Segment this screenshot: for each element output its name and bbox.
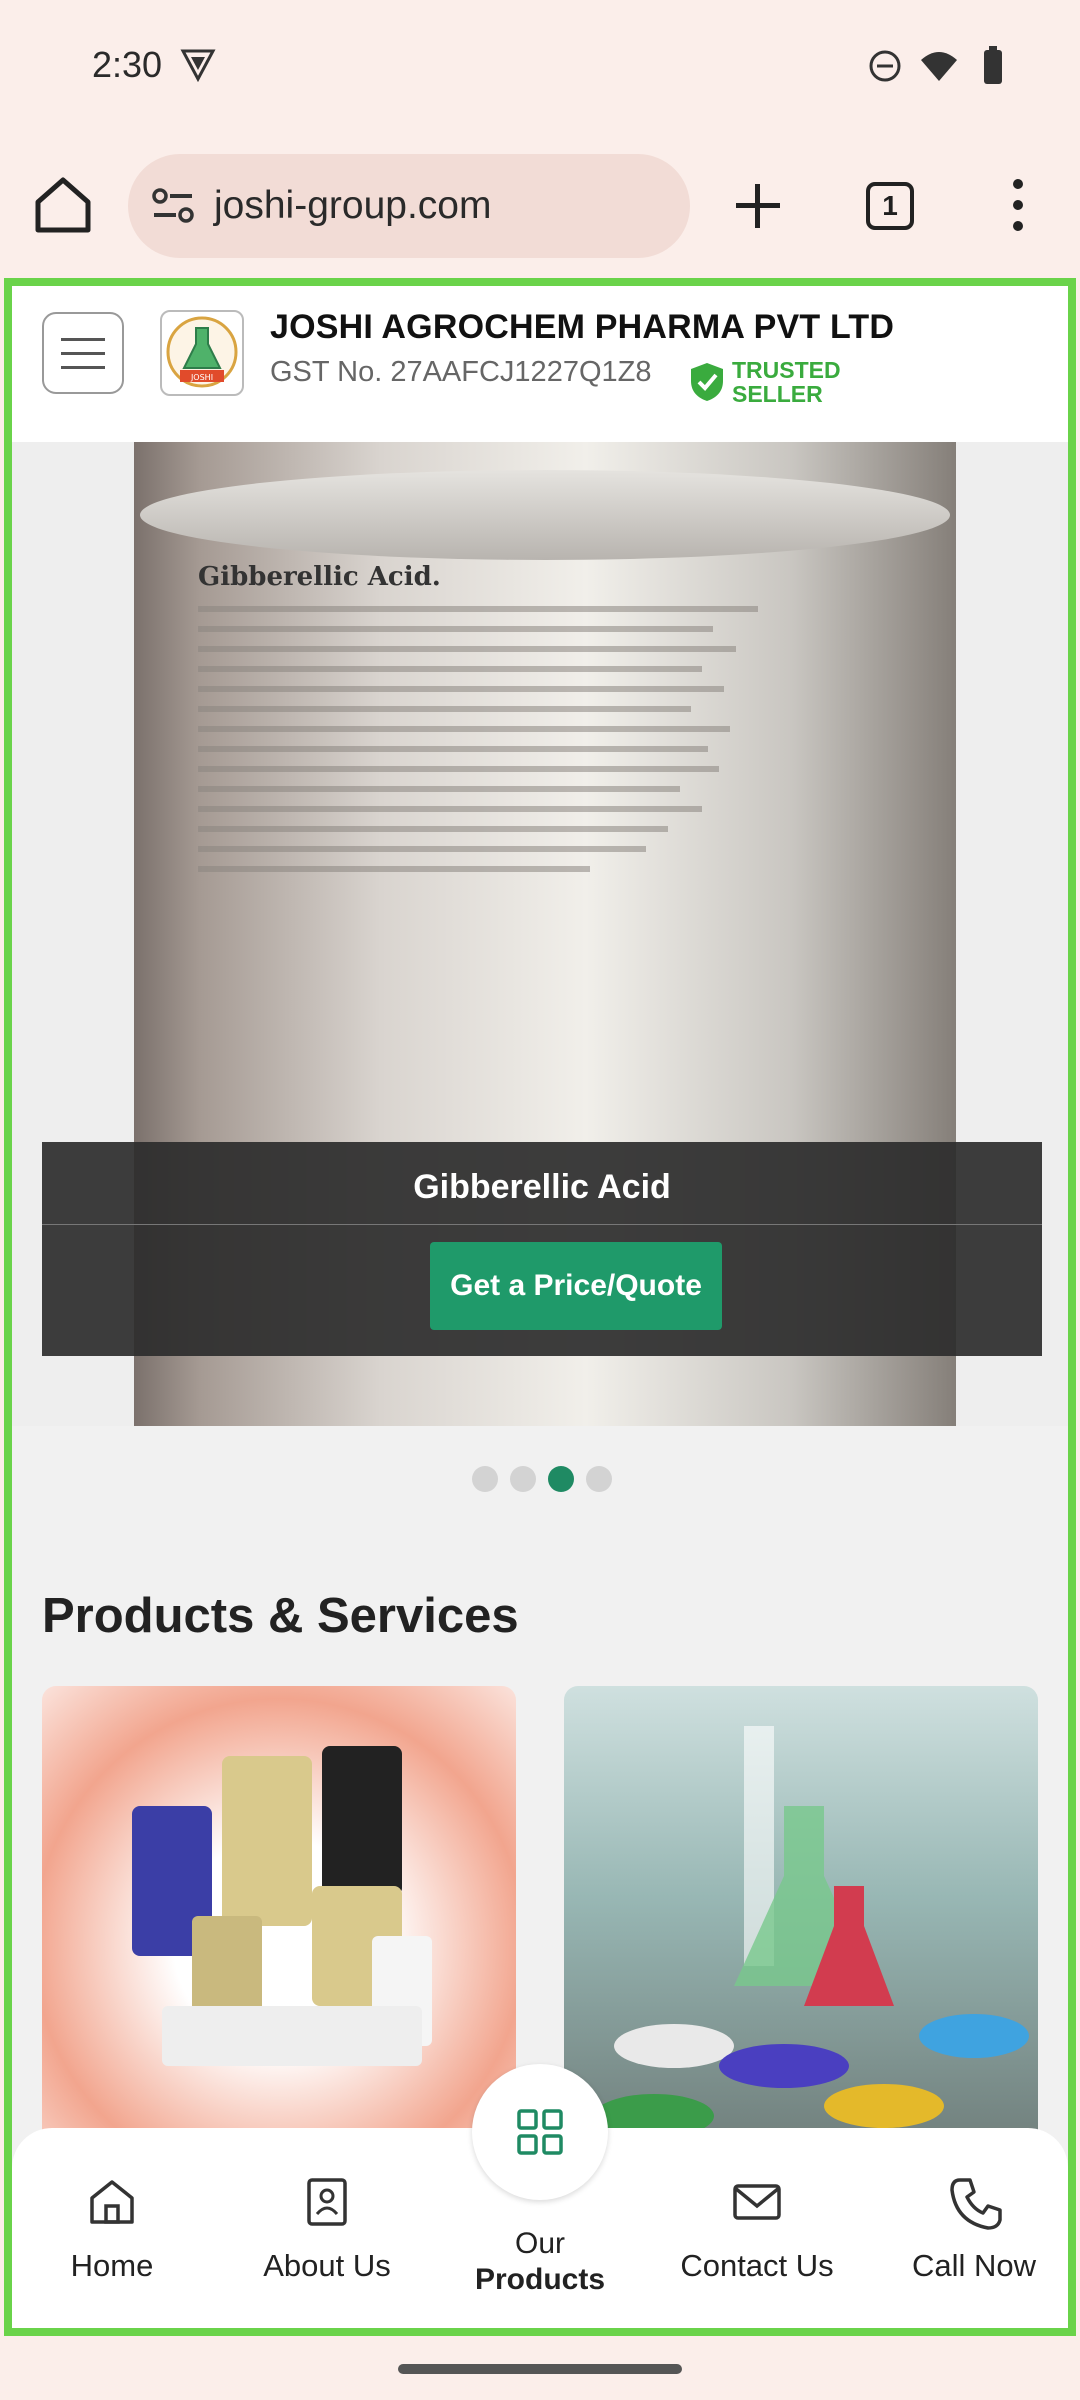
nav-contact-label: Contact Us: [680, 2248, 834, 2283]
label-line: [198, 606, 758, 612]
seller-label: SELLER: [732, 381, 823, 407]
flask-logo-icon: JOSHI: [166, 316, 238, 388]
product-card[interactable]: [42, 1686, 516, 2156]
nav-contact-us[interactable]: Contact Us: [657, 2128, 857, 2328]
carousel-caption: Gibberellic Acid Get a Price/Quote: [42, 1142, 1042, 1356]
label-line: [198, 726, 730, 732]
label-line: [198, 746, 708, 752]
gst-number: GST No. 27AAFCJ1227Q1Z8: [270, 356, 652, 388]
caption-divider: [42, 1224, 1042, 1225]
battery-icon: [984, 46, 1002, 84]
trusted-seller-badge: TRUSTED SELLER: [688, 358, 841, 406]
get-quote-button[interactable]: Get a Price/Quote: [430, 1242, 722, 1330]
site-header: JOSHI JOSHI AGROCHEM PHARMA PVT LTD GST …: [12, 286, 1068, 442]
our-products-fab[interactable]: [472, 2064, 608, 2200]
phone-icon: [950, 2178, 1002, 2230]
can-lid: [140, 470, 950, 560]
url-text[interactable]: joshi-group.com: [214, 184, 491, 228]
logo-text: JOSHI: [190, 373, 213, 382]
carousel-dot[interactable]: [472, 1466, 498, 1492]
label-line: [198, 706, 691, 712]
gesture-bar[interactable]: [398, 2364, 682, 2374]
label-line: [198, 806, 702, 812]
hero-carousel[interactable]: Gibberellic Acid. Gibberellic Acid Get a…: [12, 442, 1068, 1426]
status-time: 2:30: [92, 44, 163, 85]
hamburger-line: [61, 365, 105, 369]
label-line: [198, 686, 725, 692]
page-viewport: JOSHI JOSHI AGROCHEM PHARMA PVT LTD GST …: [4, 278, 1076, 2336]
nav-our-label: Our: [514, 2227, 565, 2260]
contact-book-icon: [307, 2178, 347, 2226]
trusted-label: TRUSTED: [732, 357, 841, 383]
mail-icon: [733, 2184, 781, 2220]
label-line: [198, 666, 702, 672]
nav-products-label: Products: [474, 2263, 606, 2296]
carousel-dot[interactable]: [586, 1466, 612, 1492]
hamburger-menu-button[interactable]: [42, 312, 124, 394]
home-icon[interactable]: [30, 172, 96, 238]
label-heading: Gibberellic Acid.: [198, 562, 441, 592]
wifi-icon: [921, 52, 957, 81]
tab-switcher-button[interactable]: 1: [866, 182, 914, 230]
nav-about-us[interactable]: About Us: [227, 2128, 427, 2328]
carousel-dot[interactable]: [510, 1466, 536, 1492]
tab-count: 1: [882, 190, 898, 221]
hamburger-line: [61, 337, 105, 341]
label-line: [198, 846, 646, 852]
chemical-drums-image: [132, 1746, 432, 2066]
product-card[interactable]: [564, 1686, 1038, 2156]
label-line: [198, 866, 590, 872]
nav-home[interactable]: Home: [12, 2128, 212, 2328]
carousel-product-title[interactable]: Gibberellic Acid: [42, 1168, 1042, 1207]
home-nav-icon: [90, 2180, 134, 2224]
carousel-dot-active[interactable]: [548, 1466, 574, 1492]
label-line: [198, 766, 719, 772]
shield-check-icon: [691, 363, 723, 401]
hamburger-line: [61, 351, 105, 355]
carousel-indicators: [472, 1466, 612, 1492]
company-logo[interactable]: JOSHI: [160, 310, 244, 396]
vpn-icon: [180, 49, 216, 82]
grid-icon: [517, 2109, 563, 2155]
new-tab-icon[interactable]: [728, 176, 788, 236]
nav-about-label: About Us: [263, 2248, 391, 2283]
lab-glassware-image: [594, 1726, 1029, 2138]
label-line: [198, 786, 680, 792]
status-bar: 2:30: [0, 0, 1080, 135]
nav-our-products-label[interactable]: Our Products: [442, 2226, 638, 2298]
site-settings-icon[interactable]: [146, 179, 200, 233]
address-bar[interactable]: joshi-group.com: [128, 154, 690, 258]
browser-toolbar: joshi-group.com 1: [0, 140, 1080, 270]
nav-home-label: Home: [70, 2248, 154, 2283]
nav-call-now[interactable]: Call Now: [874, 2128, 1068, 2328]
more-options-icon[interactable]: [1000, 172, 1036, 238]
label-line: [198, 646, 736, 652]
dnd-icon: [869, 50, 901, 82]
company-name: JOSHI AGROCHEM PHARMA PVT LTD: [270, 308, 895, 346]
product-label-image: Gibberellic Acid.: [198, 562, 758, 1082]
section-heading: Products & Services: [42, 1589, 519, 1643]
nav-call-label: Call Now: [911, 2248, 1037, 2283]
label-line: [198, 626, 714, 632]
label-line: [198, 826, 669, 832]
